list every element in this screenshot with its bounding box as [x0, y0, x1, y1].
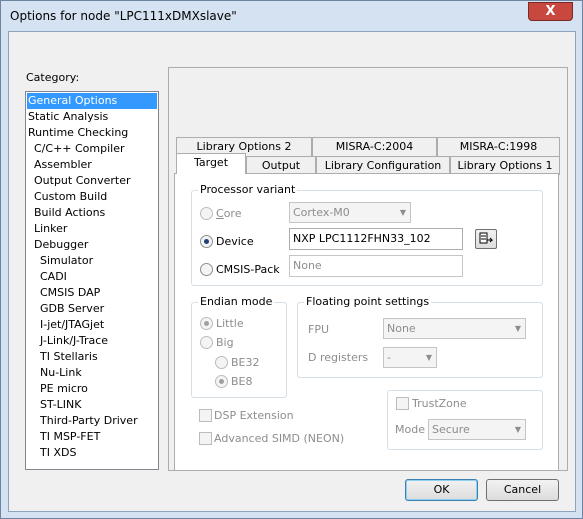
- d-registers-value: -: [387, 351, 391, 364]
- category-item[interactable]: Nu-Link: [27, 365, 82, 381]
- be32-radio[interactable]: [215, 356, 228, 369]
- device-field[interactable]: NXP LPC1112FHN33_102: [289, 228, 463, 250]
- cmsis-pack-label: CMSIS-Pack: [216, 263, 280, 276]
- device-radio[interactable]: [200, 235, 213, 248]
- ok-button[interactable]: OK: [405, 479, 478, 501]
- category-item[interactable]: Static Analysis: [27, 109, 108, 125]
- processor-variant-title: Processor variant: [198, 183, 298, 196]
- chevron-down-icon: ▼: [399, 208, 406, 217]
- core-label: Core: [216, 207, 242, 220]
- d-registers-label: D registers: [308, 351, 369, 364]
- category-label: Category:: [26, 71, 80, 84]
- dsp-extension-label: DSP Extension: [214, 409, 294, 422]
- category-item[interactable]: Build Actions: [27, 205, 105, 221]
- category-item[interactable]: PE micro: [27, 381, 88, 397]
- category-item[interactable]: TI XDS: [27, 445, 76, 461]
- core-combo-value: Cortex-M0: [293, 206, 350, 219]
- category-item[interactable]: Assembler: [27, 157, 92, 173]
- category-item[interactable]: ST-LINK: [27, 397, 81, 413]
- category-item[interactable]: General Options: [27, 93, 157, 109]
- device-label: Device: [216, 235, 254, 248]
- mode-label: Mode: [395, 423, 425, 436]
- category-item[interactable]: Custom Build: [27, 189, 107, 205]
- title-bar: Options for node "LPC111xDMXslave" X: [1, 1, 582, 31]
- cmsis-pack-radio[interactable]: [200, 263, 213, 276]
- fpu-combo[interactable]: None ▼: [383, 318, 526, 339]
- little-radio[interactable]: [200, 317, 213, 330]
- big-radio[interactable]: [200, 336, 213, 349]
- category-list[interactable]: General Options Static Analysis Runtime Ch…: [25, 91, 159, 470]
- device-select-button[interactable]: [475, 229, 497, 249]
- d-registers-combo[interactable]: - ▼: [383, 347, 437, 368]
- category-item[interactable]: I-jet/JTAGjet: [27, 317, 104, 333]
- category-item[interactable]: Third-Party Driver: [27, 413, 138, 429]
- category-item[interactable]: TI Stellaris: [27, 349, 98, 365]
- fpu-combo-value: None: [387, 322, 416, 335]
- tab-target[interactable]: Target: [176, 153, 246, 174]
- advanced-simd-checkbox[interactable]: [199, 432, 212, 445]
- be32-label: BE32: [231, 356, 260, 369]
- chevron-down-icon: ▼: [514, 425, 521, 434]
- tab-misra-2004[interactable]: MISRA-C:2004: [312, 137, 437, 156]
- floating-point-title: Floating point settings: [304, 295, 432, 308]
- window-title: Options for node "LPC111xDMXslave": [10, 9, 237, 23]
- core-combo[interactable]: Cortex-M0 ▼: [289, 202, 411, 223]
- category-item[interactable]: GDB Server: [27, 301, 104, 317]
- category-item[interactable]: Debugger: [27, 237, 88, 253]
- category-item[interactable]: Linker: [27, 221, 67, 237]
- be8-radio[interactable]: [215, 375, 228, 388]
- endian-mode-title: Endian mode: [198, 295, 275, 308]
- category-item[interactable]: Simulator: [27, 253, 93, 269]
- category-item[interactable]: J-Link/J-Trace: [27, 333, 108, 349]
- cancel-button[interactable]: Cancel: [486, 479, 559, 501]
- be8-label: BE8: [231, 375, 253, 388]
- options-dialog: Options for node "LPC111xDMXslave" X Cat…: [0, 0, 583, 519]
- category-item[interactable]: Output Converter: [27, 173, 131, 189]
- big-label: Big: [216, 336, 234, 349]
- dsp-extension-checkbox[interactable]: [199, 409, 212, 422]
- cmsis-pack-field[interactable]: None: [289, 255, 463, 277]
- trustzone-checkbox[interactable]: [396, 397, 409, 410]
- mode-combo[interactable]: Secure ▼: [428, 419, 526, 440]
- category-item[interactable]: CMSIS DAP: [27, 285, 100, 301]
- advanced-simd-label: Advanced SIMD (NEON): [214, 432, 345, 445]
- category-item[interactable]: CADI: [27, 269, 67, 285]
- mode-combo-value: Secure: [432, 423, 470, 436]
- close-button[interactable]: X: [528, 2, 573, 21]
- category-item[interactable]: C/C++ Compiler: [27, 141, 125, 157]
- tab-misra-1998[interactable]: MISRA-C:1998: [437, 137, 560, 156]
- category-item[interactable]: TI MSP-FET: [27, 429, 100, 445]
- fpu-label: FPU: [308, 323, 330, 336]
- core-radio[interactable]: [200, 207, 213, 220]
- device-list-icon: [479, 232, 494, 244]
- little-label: Little: [216, 317, 244, 330]
- trustzone-label: TrustZone: [410, 397, 469, 410]
- chevron-down-icon: ▼: [514, 324, 521, 333]
- category-item[interactable]: Runtime Checking: [27, 125, 128, 141]
- chevron-down-icon: ▼: [425, 353, 432, 362]
